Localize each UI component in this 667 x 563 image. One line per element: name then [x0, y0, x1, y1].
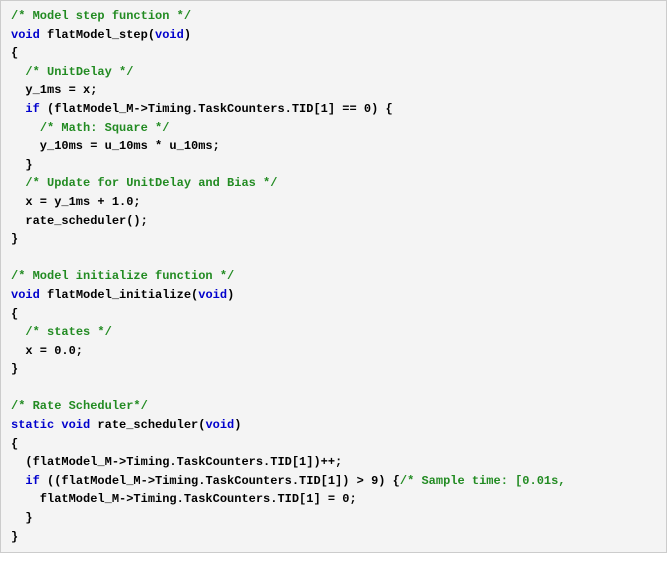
comment-token: /* UnitDelay */	[25, 65, 133, 79]
plain-token: }	[11, 158, 33, 172]
comment-token: /* Rate Scheduler*/	[11, 399, 148, 413]
plain-token: )	[234, 418, 241, 432]
plain-token: x = y_1ms + 1.0;	[11, 195, 141, 209]
plain-token: (flatModel_M->Timing.TaskCounters.TID[1]…	[11, 455, 342, 469]
plain-token	[11, 121, 40, 135]
code-line: /* Rate Scheduler*/	[11, 397, 656, 416]
plain-token	[11, 381, 18, 395]
comment-token: /* Update for UnitDelay and Bias */	[25, 176, 277, 190]
code-line: static void rate_scheduler(void)	[11, 416, 656, 435]
keyword-token: void	[155, 28, 184, 42]
plain-token: flatModel_M->Timing.TaskCounters.TID[1] …	[11, 492, 357, 506]
code-line: void flatModel_initialize(void)	[11, 286, 656, 305]
code-line: }	[11, 360, 656, 379]
code-line	[11, 249, 656, 268]
code-line: /* UnitDelay */	[11, 63, 656, 82]
comment-token: /* Sample time: [0.01s,	[400, 474, 566, 488]
plain-token	[11, 102, 25, 116]
keyword-token: if	[25, 102, 39, 116]
plain-token: flatModel_step(	[40, 28, 155, 42]
code-line: (flatModel_M->Timing.TaskCounters.TID[1]…	[11, 453, 656, 472]
plain-token	[11, 65, 25, 79]
code-line	[11, 379, 656, 398]
plain-token: {	[11, 307, 18, 321]
plain-token	[11, 251, 18, 265]
code-line: /* Model step function */	[11, 7, 656, 26]
plain-token: )	[184, 28, 191, 42]
code-line: rate_scheduler();	[11, 212, 656, 231]
code-line: }	[11, 230, 656, 249]
plain-token: flatModel_initialize(	[40, 288, 198, 302]
code-line: x = y_1ms + 1.0;	[11, 193, 656, 212]
code-line: /* states */	[11, 323, 656, 342]
code-line: {	[11, 305, 656, 324]
comment-token: /* Math: Square */	[40, 121, 170, 135]
plain-token: rate_scheduler(	[90, 418, 205, 432]
code-line: y_1ms = x;	[11, 81, 656, 100]
plain-token	[11, 474, 25, 488]
keyword-token: if	[25, 474, 39, 488]
plain-token: {	[11, 437, 18, 451]
code-line: /* Model initialize function */	[11, 267, 656, 286]
keyword-token: void	[11, 28, 40, 42]
code-line: /* Math: Square */	[11, 119, 656, 138]
plain-token	[11, 325, 25, 339]
code-line: x = 0.0;	[11, 342, 656, 361]
code-line: }	[11, 509, 656, 528]
code-line: }	[11, 528, 656, 547]
plain-token: rate_scheduler();	[11, 214, 148, 228]
code-line: if ((flatModel_M->Timing.TaskCounters.TI…	[11, 472, 656, 491]
plain-token: }	[11, 232, 18, 246]
comment-token: /* Model step function */	[11, 9, 191, 23]
plain-token: }	[11, 511, 33, 525]
code-line: flatModel_M->Timing.TaskCounters.TID[1] …	[11, 490, 656, 509]
plain-token	[11, 176, 25, 190]
code-line: if (flatModel_M->Timing.TaskCounters.TID…	[11, 100, 656, 119]
code-line: y_10ms = u_10ms * u_10ms;	[11, 137, 656, 156]
code-line: {	[11, 44, 656, 63]
plain-token: {	[11, 46, 18, 60]
keyword-token: static void	[11, 418, 90, 432]
plain-token: y_1ms = x;	[11, 83, 97, 97]
code-line: {	[11, 435, 656, 454]
code-listing: /* Model step function */ void flatModel_…	[0, 0, 667, 553]
code-line: }	[11, 156, 656, 175]
comment-token: /* Model initialize function */	[11, 269, 234, 283]
plain-token: }	[11, 530, 18, 544]
plain-token: ((flatModel_M->Timing.TaskCounters.TID[1…	[40, 474, 400, 488]
plain-token: (flatModel_M->Timing.TaskCounters.TID[1]…	[40, 102, 393, 116]
plain-token: )	[227, 288, 234, 302]
code-line: void flatModel_step(void)	[11, 26, 656, 45]
plain-token: }	[11, 362, 18, 376]
keyword-token: void	[205, 418, 234, 432]
comment-token: /* states */	[25, 325, 111, 339]
keyword-token: void	[198, 288, 227, 302]
keyword-token: void	[11, 288, 40, 302]
code-line: /* Update for UnitDelay and Bias */	[11, 174, 656, 193]
plain-token: y_10ms = u_10ms * u_10ms;	[11, 139, 220, 153]
plain-token: x = 0.0;	[11, 344, 83, 358]
